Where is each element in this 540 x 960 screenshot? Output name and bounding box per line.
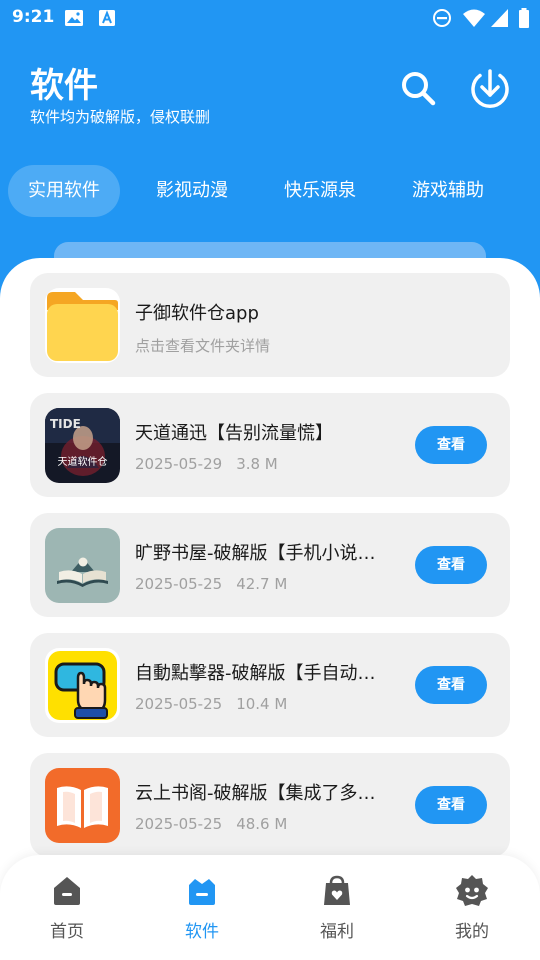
nav-mine[interactable]: 我的: [417, 873, 527, 942]
nav-label: 软件: [185, 922, 219, 942]
gift-bag-icon: [324, 875, 350, 905]
folder-card[interactable]: 子御软件仓app 点击查看文件夹详情: [30, 273, 510, 377]
app-title: 旷野书屋-破解版【手机小说…: [135, 543, 376, 564]
app-icon-tiandao: TIDE 天道软件仓: [45, 408, 120, 483]
app-size: 10.4 M: [236, 695, 288, 713]
download-button[interactable]: [467, 66, 513, 112]
app-meta: 2025-05-25 10.4 M: [135, 695, 301, 713]
app-card[interactable]: 云上书阁-破解版【集成了多… 2025-05-25 48.6 M 查看: [30, 753, 510, 857]
search-button[interactable]: [395, 66, 441, 112]
svg-text:天道软件仓: 天道软件仓: [58, 455, 108, 468]
signal-icon: [491, 9, 508, 27]
view-button[interactable]: 查看: [415, 786, 487, 824]
view-button[interactable]: 查看: [415, 546, 487, 584]
app-card[interactable]: TIDE 天道软件仓 天道通迅【告别流量慌】 2025-05-29 3.8 M 查…: [30, 393, 510, 497]
bottom-nav: 首页 软件 福利 我的: [0, 855, 540, 960]
image-notification-icon: [65, 10, 83, 26]
font-notification-icon: [99, 10, 115, 26]
app-size: 48.6 M: [236, 815, 288, 833]
status-bar: 9:21: [0, 0, 540, 36]
app-title: 自動點擊器-破解版【手自动…: [135, 663, 376, 684]
app-date: 2025-05-25: [135, 815, 223, 833]
app-meta: 2025-05-25 42.7 M: [135, 575, 301, 593]
home-icon: [54, 877, 80, 905]
tab-film-anime[interactable]: 影视动漫: [136, 165, 248, 217]
app-date: 2025-05-25: [135, 695, 223, 713]
book-icon: [45, 768, 120, 843]
tab-utility-software[interactable]: 实用软件: [8, 165, 120, 217]
battery-icon: [519, 8, 529, 28]
folder-icon: [45, 288, 120, 363]
nav-label: 我的: [455, 922, 489, 942]
app-card[interactable]: 自動點擊器-破解版【手自动… 2025-05-25 10.4 M 查看: [30, 633, 510, 737]
nav-label: 福利: [320, 922, 354, 942]
app-meta: 2025-05-29 3.8 M: [135, 455, 292, 473]
page-title: 软件: [30, 66, 98, 106]
wifi-icon: [463, 9, 485, 27]
app-meta: 2025-05-25 48.6 M: [135, 815, 301, 833]
software-icon: [189, 879, 215, 905]
view-button[interactable]: 查看: [415, 426, 487, 464]
nav-home[interactable]: 首页: [12, 873, 122, 942]
app-size: 42.7 M: [236, 575, 288, 593]
tap-hand-icon: [45, 648, 120, 723]
view-button[interactable]: 查看: [415, 666, 487, 704]
nav-welfare[interactable]: 福利: [282, 873, 392, 942]
svg-text:TIDE: TIDE: [50, 417, 81, 431]
app-card[interactable]: 旷野书屋-破解版【手机小说… 2025-05-25 42.7 M 查看: [30, 513, 510, 617]
app-title: 云上书阁-破解版【集成了多…: [135, 783, 376, 804]
page-subtitle: 软件均为破解版，侵权联删: [30, 108, 211, 126]
folder-title: 子御软件仓app: [135, 303, 259, 324]
nav-software[interactable]: 软件: [147, 873, 257, 942]
open-book-icon: [45, 528, 120, 603]
download-icon: [471, 69, 509, 108]
tab-fun-source[interactable]: 快乐源泉: [264, 165, 376, 217]
do-not-disturb-icon: [433, 9, 451, 27]
status-time: 9:21: [12, 7, 55, 27]
profile-icon: [456, 875, 488, 906]
nav-label: 首页: [50, 922, 84, 942]
search-icon: [402, 72, 436, 106]
app-title: 天道通迅【告别流量慌】: [135, 423, 333, 444]
app-size: 3.8 M: [236, 455, 278, 473]
category-tabs: 实用软件 影视动漫 快乐源泉 游戏辅助: [0, 165, 540, 217]
tab-game-assist[interactable]: 游戏辅助: [392, 165, 504, 217]
folder-subtitle: 点击查看文件夹详情: [135, 337, 271, 355]
app-date: 2025-05-29: [135, 455, 223, 473]
app-date: 2025-05-25: [135, 575, 223, 593]
